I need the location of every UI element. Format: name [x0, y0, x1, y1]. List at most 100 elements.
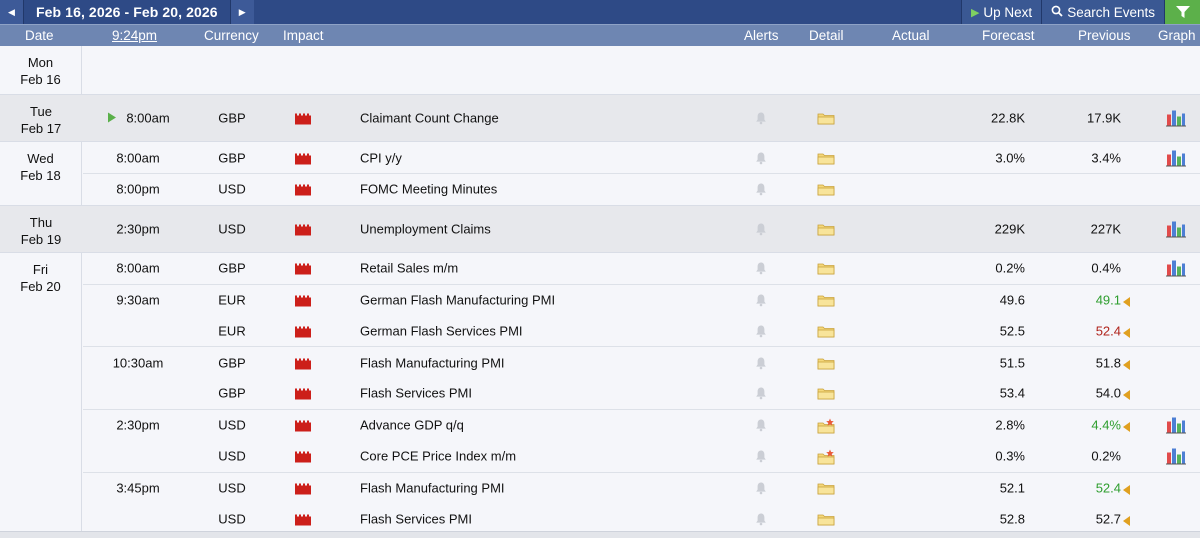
day-group: Mon Feb 16	[0, 46, 1200, 95]
filter-button[interactable]	[1164, 0, 1200, 24]
detail-folder-icon[interactable]	[817, 512, 835, 526]
bar-chart-icon[interactable]	[1166, 260, 1186, 277]
event-row[interactable]: 2:30pm USD Advance GDP q/q 2.8% 4.4%	[83, 409, 1200, 440]
revised-arrow-icon[interactable]	[1123, 358, 1131, 370]
high-impact-icon[interactable]	[295, 184, 311, 196]
bar-chart-icon[interactable]	[1166, 110, 1186, 127]
bell-icon[interactable]	[754, 222, 768, 236]
detail-folder-icon[interactable]	[817, 386, 835, 400]
event-currency: GBP	[218, 260, 246, 276]
event-row[interactable]: EUR German Flash Services PMI 52.5 52.4	[83, 315, 1200, 346]
high-impact-icon[interactable]	[295, 223, 311, 236]
event-row[interactable]: 8:00pm USD FOMC Meeting Minutes	[83, 173, 1200, 204]
bell-icon[interactable]	[754, 261, 768, 275]
bar-chart-icon[interactable]	[1166, 149, 1186, 167]
event-title[interactable]: Claimant Count Change	[360, 111, 499, 126]
time-column-header[interactable]: 9:24pm	[112, 28, 157, 43]
event-title[interactable]: German Flash Services PMI	[360, 323, 523, 338]
detail-folder-icon[interactable]	[817, 293, 835, 307]
bell-icon[interactable]	[754, 182, 768, 196]
detail-folder-icon[interactable]	[817, 356, 835, 370]
event-title[interactable]: CPI y/y	[360, 150, 402, 165]
bell-icon[interactable]	[754, 151, 768, 165]
event-row[interactable]: USD Flash Services PMI 52.8 52.7	[83, 503, 1200, 534]
event-row[interactable]: 9:30am EUR German Flash Manufacturing PMI 4…	[83, 283, 1200, 315]
event-row[interactable]: 2:30pm USD Unemployment Claims 229K 227K	[83, 206, 1200, 252]
high-impact-icon[interactable]	[295, 420, 311, 432]
high-impact-icon[interactable]	[295, 388, 311, 400]
bell-icon[interactable]	[754, 324, 768, 338]
previous-value: 52.7	[1095, 511, 1121, 527]
event-row[interactable]: 8:00am GBP Claimant Count Change 22.8K 17.9K	[83, 95, 1200, 141]
event-row[interactable]: 8:00am GBP Retail Sales m/m 0.2% 0.4%	[83, 253, 1200, 284]
detail-folder-icon[interactable]	[817, 481, 835, 495]
high-impact-icon[interactable]	[295, 357, 311, 370]
next-week-button[interactable]: ▶	[229, 0, 254, 24]
bell-icon[interactable]	[754, 293, 768, 307]
detail-folder-star-icon[interactable]	[817, 449, 835, 465]
forecast-value: 49.6	[999, 292, 1025, 308]
revised-arrow-icon[interactable]	[1123, 295, 1131, 308]
event-currency: EUR	[218, 292, 246, 308]
bell-icon[interactable]	[754, 386, 768, 400]
event-row[interactable]: GBP Flash Services PMI 53.4 54.0	[83, 378, 1200, 409]
revised-arrow-icon[interactable]	[1123, 514, 1131, 526]
event-title[interactable]: Flash Manufacturing PMI	[360, 480, 505, 495]
bar-chart-icon[interactable]	[1166, 448, 1186, 465]
previous-value: 52.4	[1095, 480, 1121, 496]
previous-value: 51.8	[1095, 355, 1121, 371]
event-title[interactable]: Advance GDP q/q	[360, 418, 464, 433]
bell-icon[interactable]	[754, 512, 768, 526]
detail-folder-star-icon[interactable]	[817, 418, 835, 434]
search-events-button[interactable]: Search Events	[1041, 0, 1164, 24]
event-row[interactable]: USD Core PCE Price Index m/m 0.3% 0.2%	[83, 440, 1200, 471]
previous-week-button[interactable]: ◀	[0, 0, 24, 24]
high-impact-icon[interactable]	[295, 113, 311, 125]
event-title[interactable]: Flash Services PMI	[360, 511, 472, 526]
event-title[interactable]: Flash Services PMI	[360, 386, 472, 401]
detail-folder-icon[interactable]	[817, 222, 835, 236]
forecast-value: 0.3%	[995, 448, 1025, 464]
bell-icon[interactable]	[754, 481, 768, 495]
event-currency: GBP	[218, 355, 246, 371]
bar-chart-icon[interactable]	[1166, 417, 1186, 434]
revised-arrow-icon[interactable]	[1123, 483, 1131, 495]
high-impact-icon[interactable]	[295, 295, 311, 307]
detail-folder-icon[interactable]	[817, 111, 835, 125]
event-title[interactable]: Core PCE Price Index m/m	[360, 449, 516, 464]
bell-icon[interactable]	[754, 418, 768, 432]
event-row[interactable]: 3:45pm USD Flash Manufacturing PMI 52.1 52.4	[83, 471, 1200, 503]
day-date: Feb 20	[20, 278, 61, 294]
up-next-button[interactable]: ▶ Up Next	[960, 0, 1042, 24]
event-currency: EUR	[218, 323, 246, 339]
revised-arrow-icon[interactable]	[1123, 388, 1131, 401]
bell-icon[interactable]	[754, 449, 768, 463]
high-impact-icon[interactable]	[295, 513, 311, 526]
event-title[interactable]: Unemployment Claims	[360, 221, 491, 236]
high-impact-icon[interactable]	[295, 152, 311, 165]
actual-column-header: Actual	[892, 28, 930, 43]
bell-icon[interactable]	[754, 111, 768, 125]
high-impact-icon[interactable]	[295, 263, 311, 275]
high-impact-icon[interactable]	[295, 451, 311, 463]
day-label: Wed Feb 18	[0, 142, 82, 205]
high-impact-icon[interactable]	[295, 482, 311, 495]
forecast-value: 53.4	[999, 385, 1025, 401]
revised-arrow-icon[interactable]	[1123, 326, 1131, 338]
event-row[interactable]: 8:00am GBP CPI y/y 3.0% 3.4%	[83, 142, 1200, 173]
event-title[interactable]: German Flash Manufacturing PMI	[360, 293, 555, 308]
bar-chart-icon[interactable]	[1166, 220, 1186, 238]
high-impact-icon[interactable]	[295, 325, 311, 338]
event-row[interactable]: 10:30am GBP Flash Manufacturing PMI 51.5 51.…	[83, 346, 1200, 377]
detail-folder-icon[interactable]	[817, 151, 835, 165]
up-next-label: Up Next	[983, 4, 1033, 20]
detail-folder-icon[interactable]	[817, 261, 835, 275]
event-title[interactable]: Flash Manufacturing PMI	[360, 355, 505, 370]
event-title[interactable]: FOMC Meeting Minutes	[360, 182, 497, 197]
event-title[interactable]: Retail Sales m/m	[360, 261, 458, 276]
detail-folder-icon[interactable]	[817, 324, 835, 338]
revised-arrow-icon[interactable]	[1123, 420, 1131, 433]
bell-icon[interactable]	[754, 356, 768, 370]
event-time: 8:00am	[116, 260, 160, 276]
detail-folder-icon[interactable]	[817, 182, 835, 196]
